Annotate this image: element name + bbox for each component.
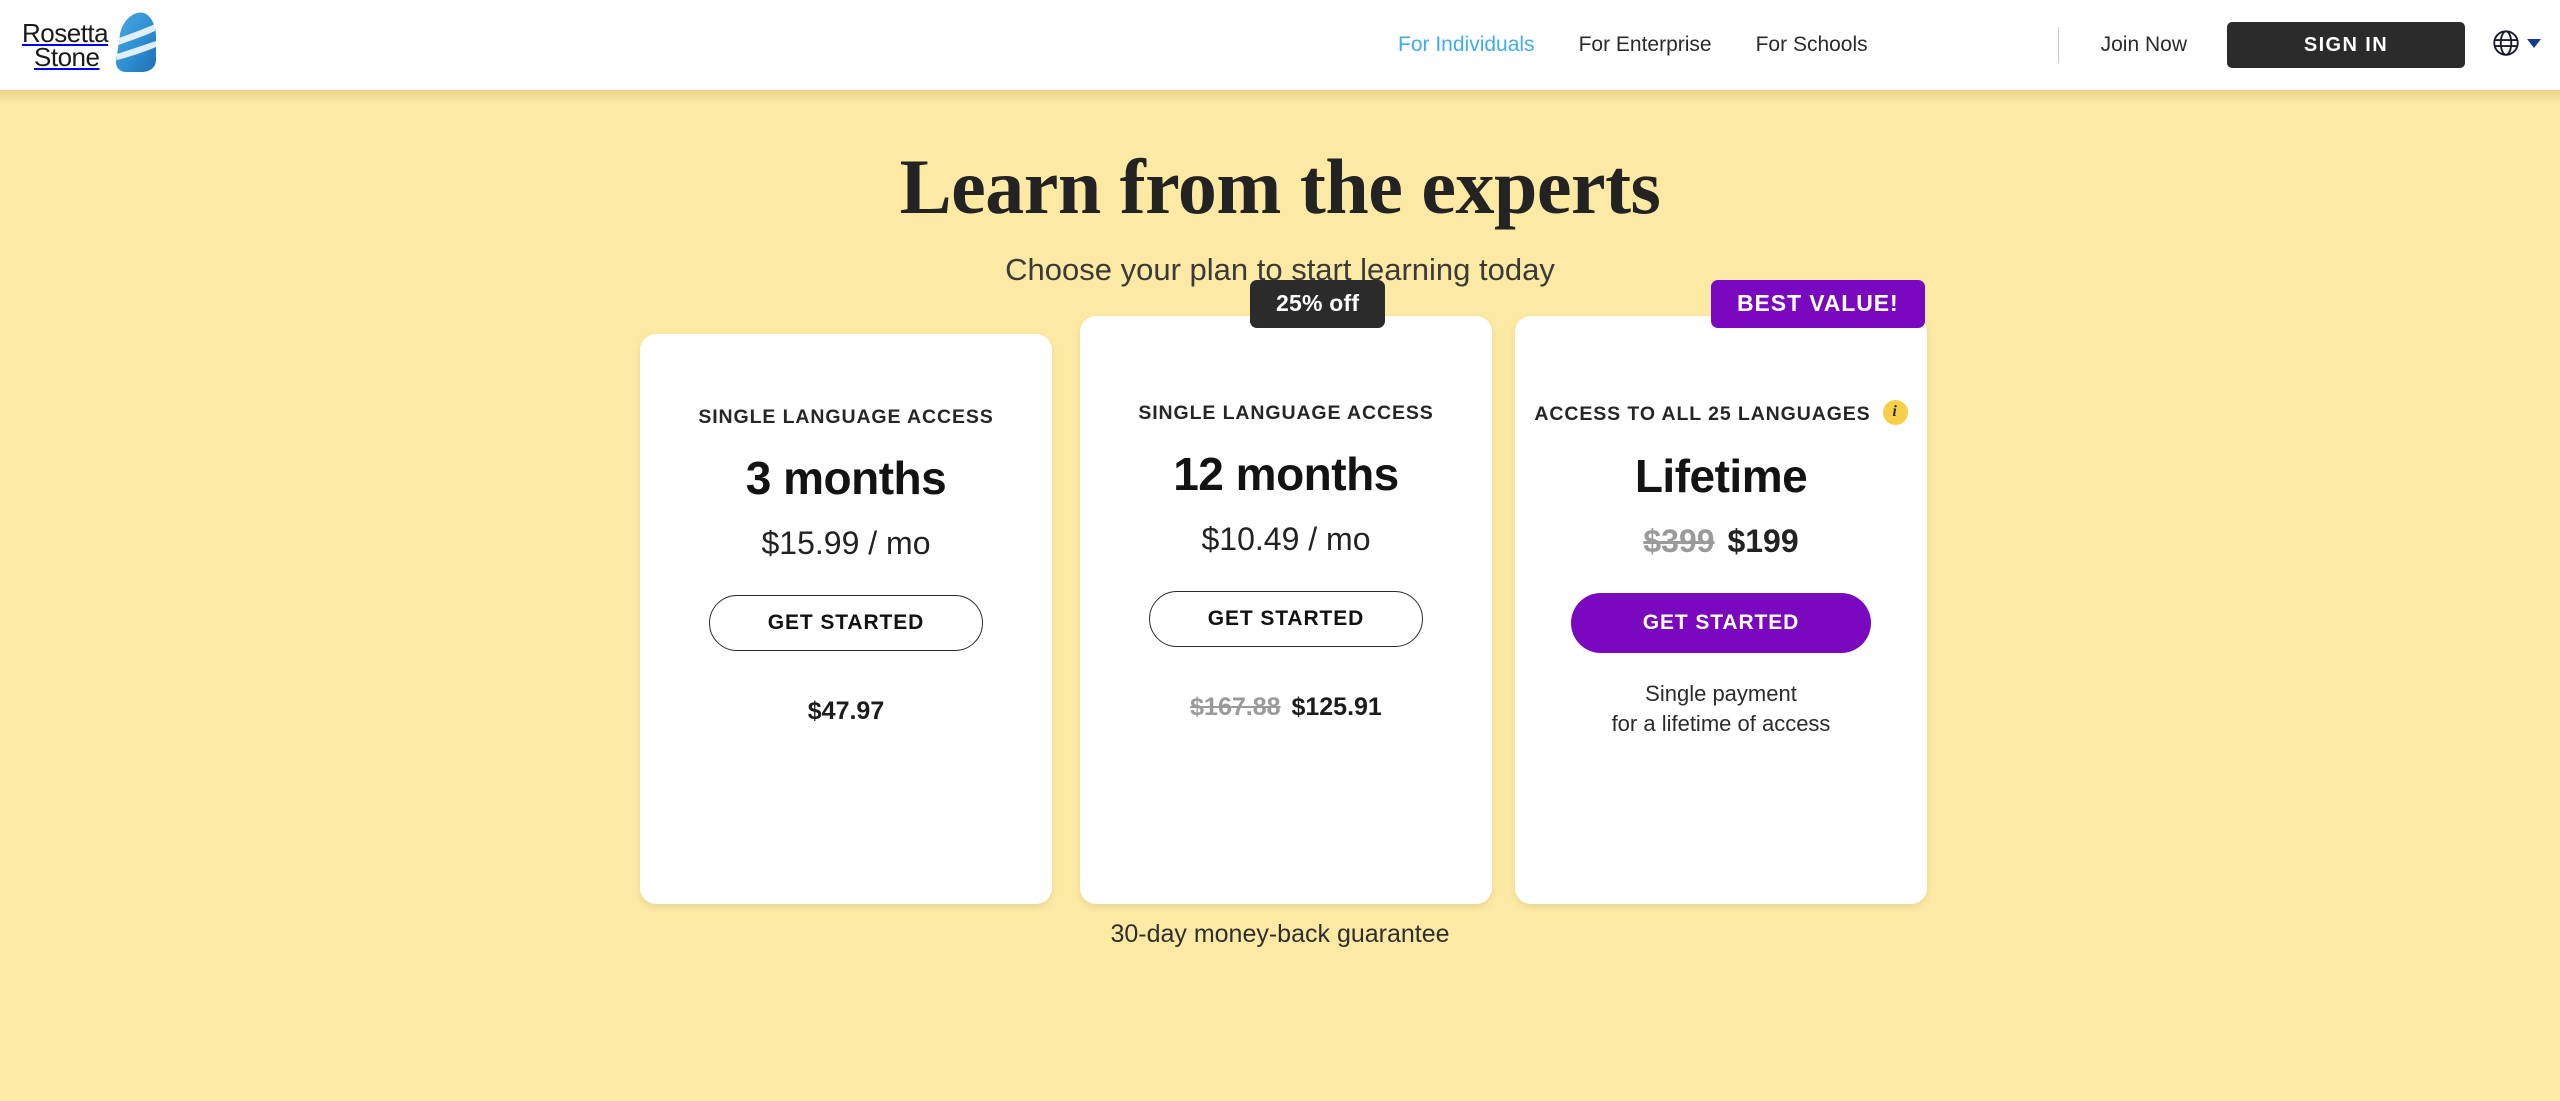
plan-kicker-label: ACCESS TO ALL 25 LANGUAGES [1534,402,1871,425]
plan-price-value: $199 [1727,522,1799,559]
plan-price-original: $399 [1643,522,1715,559]
get-started-button[interactable]: GET STARTED [1571,592,1871,653]
page-title: Learn from the experts [899,143,1661,230]
pricing-card-3-months[interactable]: SINGLE LANGUAGE ACCESS 3 months $15.99 /… [640,333,1052,904]
globe-icon [2491,28,2521,63]
pricing-card-12-months[interactable]: 25% off SINGLE LANGUAGE ACCESS 12 months… [1080,279,1492,904]
plan-kicker-label: SINGLE LANGUAGE ACCESS [698,405,994,428]
plan-term: 3 months [745,451,947,504]
plan-monthly-rate: $15.99 / mo [761,524,931,561]
best-value-badge: BEST VALUE! [1711,279,1925,328]
money-back-guarantee: 30-day money-back guarantee [1110,919,1450,948]
plan-total-value: $47.97 [807,696,885,725]
nav-link-for-enterprise[interactable]: For Enterprise [1557,33,1734,57]
plan-total-original: $167.88 [1190,692,1281,721]
header-divider [2057,27,2059,63]
header-actions: Join Now SIGN IN [2057,0,2542,90]
plan-term: Lifetime [1634,449,1808,502]
plan-term: 12 months [1173,447,1399,500]
plan-kicker: SINGLE LANGUAGE ACCESS [698,406,993,429]
discount-badge: 25% off [1250,279,1386,328]
info-icon[interactable]: i [1882,399,1908,425]
plan-total-value: $125.91 [1291,692,1382,721]
plan-note-line-1: Single payment [1645,680,1797,706]
plan-note-line-2: for a lifetime of access [1611,711,1831,737]
plan-total-price: $167.88 $125.91 [1190,693,1382,722]
plan-kicker: SINGLE LANGUAGE ACCESS [1138,402,1433,425]
nav-link-for-individuals[interactable]: For Individuals [1376,33,1557,57]
pricing-cards: SINGLE LANGUAGE ACCESS 3 months $15.99 /… [0,279,2560,914]
blue-stone-icon [114,12,158,79]
plan-kicker: ACCESS TO ALL 25 LANGUAGES i [1534,399,1908,427]
hero-section: Learn from the experts Choose your plan … [0,90,2560,288]
site-header: Rosetta Stone For Individuals For Enterp… [0,0,2560,104]
language-picker[interactable] [2491,28,2542,63]
plan-kicker-label: SINGLE LANGUAGE ACCESS [1138,401,1434,424]
chevron-down-icon [2526,36,2542,54]
logo-line-2: Stone [34,42,100,72]
join-now-link[interactable]: Join Now [2101,33,2187,57]
logo-wordmark: Rosetta Stone [22,19,109,72]
sign-in-button[interactable]: SIGN IN [2227,22,2465,68]
get-started-button[interactable]: GET STARTED [1149,590,1423,647]
rosetta-stone-logo[interactable]: Rosetta Stone [22,12,158,79]
pricing-card-lifetime[interactable]: BEST VALUE! ACCESS TO ALL 25 LANGUAGES i… [1515,279,1927,904]
plan-monthly-rate: $10.49 / mo [1201,520,1371,557]
plan-total-price: $47.97 [808,697,884,726]
nav-link-for-schools[interactable]: For Schools [1734,33,1890,57]
get-started-button[interactable]: GET STARTED [709,594,983,651]
primary-navigation: For Individuals For Enterprise For Schoo… [1376,0,1890,90]
plan-price: $399 $199 [1643,523,1798,560]
plan-note: Single payment for a lifetime of access [1612,679,1831,740]
